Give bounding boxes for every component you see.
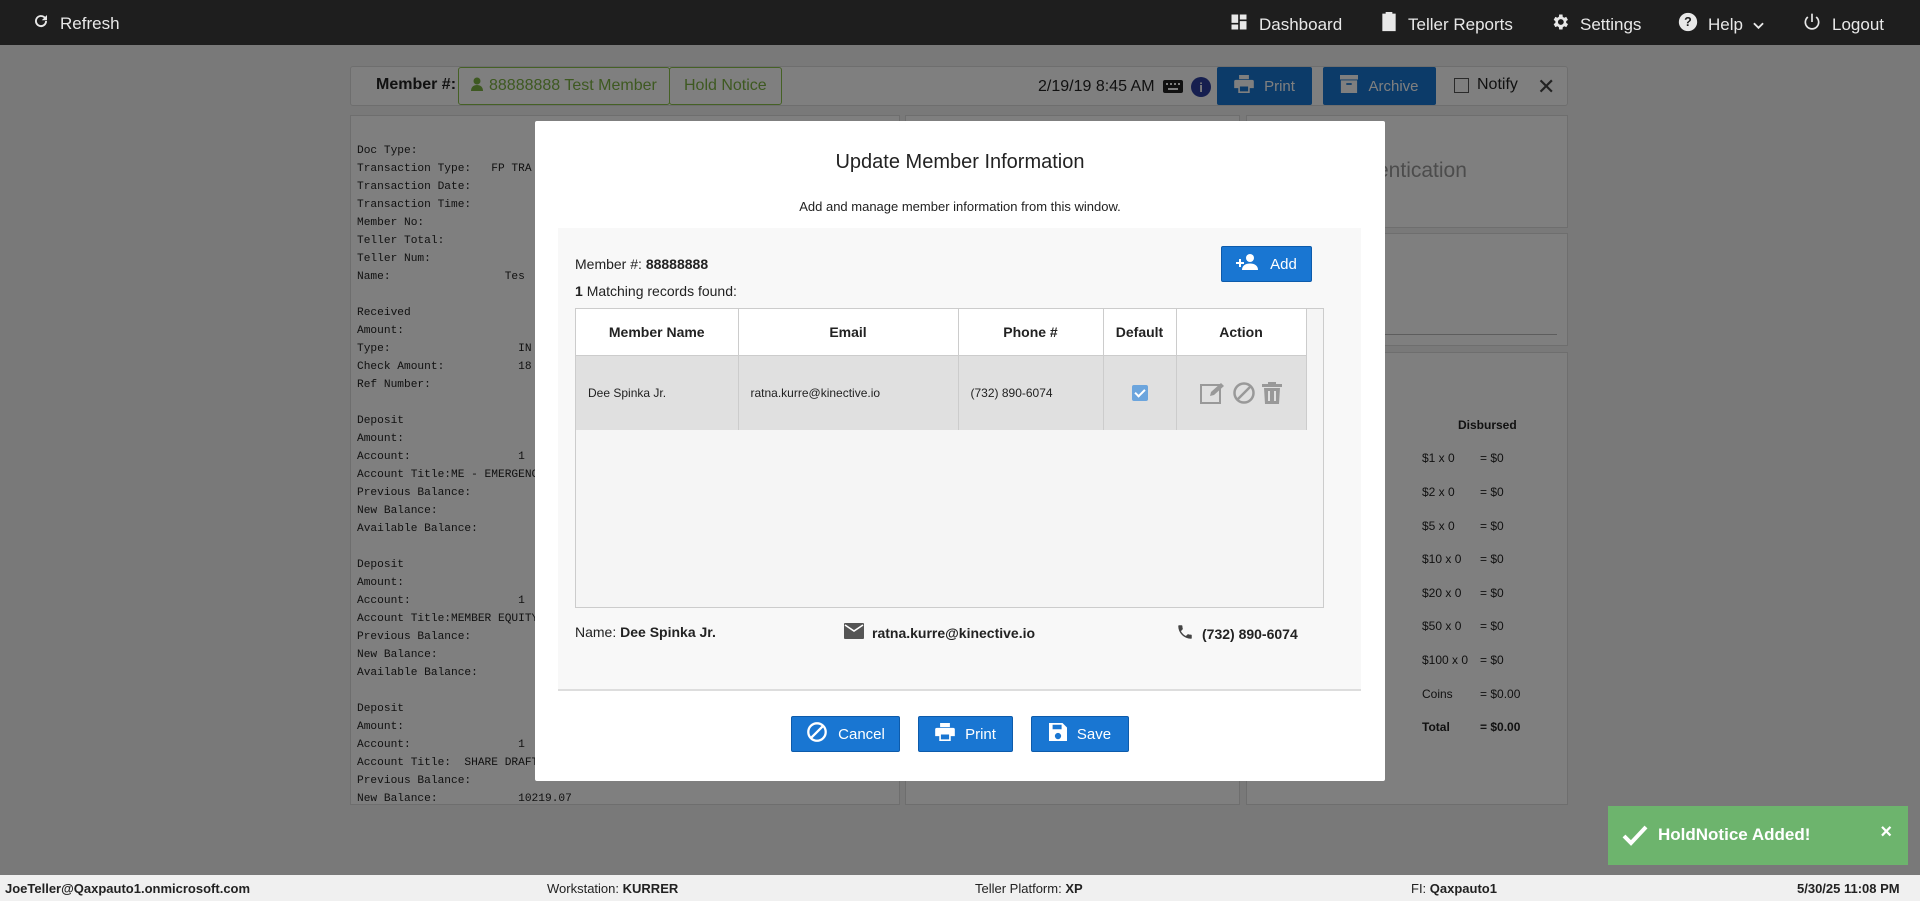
printer-icon: [935, 723, 955, 745]
name-value: Dee Spinka Jr.: [620, 624, 716, 640]
member-number-line: Member #: 88888888: [575, 256, 708, 272]
edit-icon[interactable]: [1200, 382, 1226, 404]
name-label: Name:: [575, 624, 617, 640]
power-icon: [1802, 12, 1822, 37]
save-label: Save: [1076, 725, 1112, 743]
cancel-icon: [806, 721, 828, 747]
toast-message: HoldNotice Added!: [1658, 825, 1811, 844]
disable-icon[interactable]: [1232, 381, 1256, 405]
cell-default: [1103, 355, 1177, 430]
cell-email: ratna.kurre@kinective.io: [738, 355, 959, 430]
teller-reports-link[interactable]: Teller Reports: [1380, 12, 1513, 37]
default-checkbox[interactable]: [1131, 384, 1148, 401]
add-member-button[interactable]: Add: [1221, 246, 1312, 282]
status-user: JoeTeller@Qaxpauto1.onmicrosoft.com: [5, 881, 250, 896]
toast-close-icon[interactable]: ×: [1880, 821, 1892, 844]
refresh-label: Refresh: [60, 13, 120, 33]
cancel-label: Cancel: [838, 725, 885, 743]
status-datetime: 5/30/25 11:08 PM: [1797, 881, 1900, 896]
table-row[interactable]: Dee Spinka Jr. ratna.kurre@kinective.io …: [576, 355, 1307, 430]
logout-label: Logout: [1832, 14, 1884, 34]
add-label: Add: [1270, 255, 1297, 273]
dashboard-link[interactable]: Dashboard: [1229, 12, 1342, 37]
chevron-down-icon: [1753, 15, 1764, 35]
top-navigation-bar: Refresh Dashboard Teller Reports Setting…: [0, 0, 1920, 45]
cell-member-name: Dee Spinka Jr.: [576, 355, 739, 430]
selected-phone: (732) 890-6074: [1176, 623, 1298, 644]
row-actions: [1177, 381, 1306, 405]
workstation-value: KURRER: [622, 881, 679, 896]
fi-value: Qaxpauto1: [1429, 881, 1497, 896]
trash-icon[interactable]: [1262, 381, 1282, 404]
user-email: JoeTeller@Qaxpauto1.onmicrosoft.com: [5, 881, 251, 896]
refresh-button[interactable]: Refresh: [32, 12, 120, 35]
email-value: ratna.kurre@kinective.io: [872, 624, 1036, 641]
dashboard-icon: [1229, 12, 1249, 37]
teller-reports-label: Teller Reports: [1408, 14, 1513, 34]
update-member-modal: Update Member Information Add and manage…: [535, 121, 1385, 781]
modal-subtitle: Add and manage member information from t…: [799, 199, 1121, 214]
platform-label: Teller Platform:: [975, 881, 1062, 896]
save-button[interactable]: Save: [1031, 716, 1129, 752]
table-header-row: Member Name Email Phone # Default Action: [576, 309, 1307, 356]
status-fi: FI: Qaxpauto1: [1411, 881, 1497, 896]
phone-value: (732) 890-6074: [1202, 625, 1298, 642]
col-email[interactable]: Email: [738, 309, 959, 356]
print-button[interactable]: Print: [918, 716, 1013, 752]
matching-count: 1: [575, 283, 583, 299]
floppy-icon: [1048, 723, 1067, 745]
platform-value: XP: [1065, 881, 1083, 896]
success-toast: HoldNotice Added! ×: [1608, 806, 1908, 865]
modal-title: Update Member Information: [835, 151, 1085, 173]
cell-action: [1176, 355, 1307, 430]
help-menu[interactable]: ? Help: [1678, 12, 1764, 37]
selected-email: ratna.kurre@kinective.io: [844, 623, 1035, 642]
print-label: Print: [965, 725, 996, 743]
help-label: Help: [1708, 14, 1743, 34]
logout-button[interactable]: Logout: [1802, 12, 1884, 37]
member-table-container: Member Name Email Phone # Default Action…: [575, 308, 1324, 608]
col-default[interactable]: Default: [1103, 309, 1177, 356]
col-member-name[interactable]: Member Name: [576, 309, 739, 356]
member-table: Member Name Email Phone # Default Action…: [576, 309, 1307, 430]
status-platform: Teller Platform: XP: [975, 881, 1083, 896]
dashboard-label: Dashboard: [1259, 14, 1343, 34]
member-number-value: 88888888: [645, 256, 709, 272]
fi-label: FI:: [1411, 881, 1427, 896]
status-workstation: Workstation: KURRER: [547, 881, 678, 896]
col-action: Action: [1176, 309, 1307, 356]
phone-icon: [1176, 623, 1194, 644]
modal-body: Member #: 88888888 1 Matching records fo…: [558, 228, 1361, 691]
gear-icon: [1550, 12, 1570, 37]
envelope-icon: [844, 623, 864, 642]
selected-name: Name: Dee Spinka Jr.: [575, 624, 716, 640]
col-phone[interactable]: Phone #: [958, 309, 1104, 356]
member-number-label: Member #:: [575, 256, 642, 272]
status-bar: JoeTeller@Qaxpauto1.onmicrosoft.com Work…: [0, 875, 1920, 901]
refresh-icon: [32, 12, 50, 35]
add-user-icon: [1236, 254, 1260, 274]
help-icon: ?: [1678, 12, 1698, 37]
clipboard-icon: [1380, 12, 1398, 37]
settings-label: Settings: [1580, 14, 1642, 34]
check-icon: [1622, 824, 1648, 851]
matching-records: 1 Matching records found:: [575, 283, 737, 299]
settings-link[interactable]: Settings: [1550, 12, 1641, 37]
svg-text:?: ?: [1684, 15, 1692, 29]
cancel-button[interactable]: Cancel: [791, 716, 900, 752]
matching-text: Matching records found:: [586, 283, 737, 299]
workstation-label: Workstation:: [547, 881, 620, 896]
cell-phone: (732) 890-6074: [958, 355, 1104, 430]
datetime-value: 5/30/25 11:08 PM: [1797, 881, 1900, 896]
